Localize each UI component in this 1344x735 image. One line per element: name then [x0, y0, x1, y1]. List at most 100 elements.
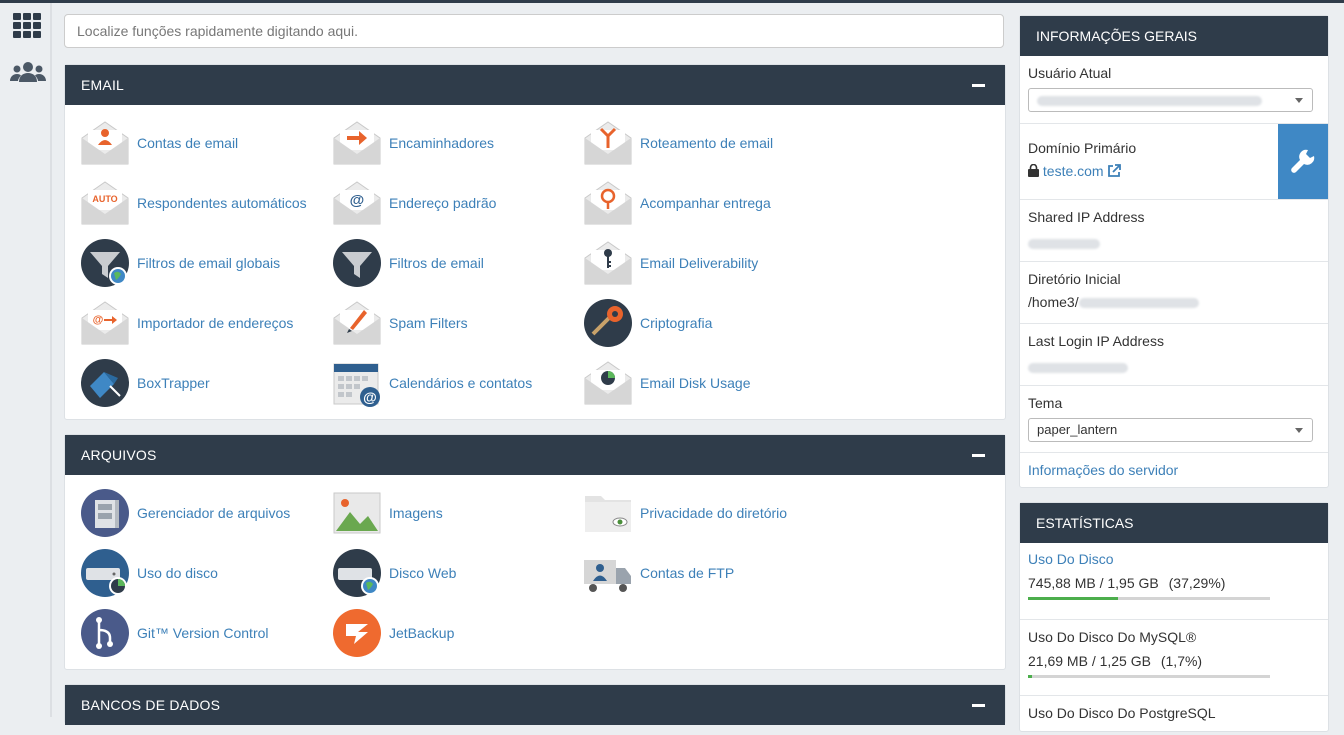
apps-grid-icon[interactable]	[10, 13, 44, 43]
postgresql-disk-usage-label: Uso Do Disco Do PostgreSQL	[1028, 705, 1216, 721]
directory-privacy-icon	[585, 496, 631, 532]
email-disk-usage-link[interactable]: Email Disk Usage	[583, 358, 750, 408]
item-label: Contas de email	[137, 135, 239, 151]
address-importer-link[interactable]: @ Importador de endereços	[80, 298, 293, 348]
directory-privacy-link[interactable]: Privacidade do diretório	[583, 488, 787, 538]
global-filters-icon	[81, 239, 129, 287]
item-label: Filtros de email globais	[137, 255, 281, 271]
home-dir-label: Diretório Inicial	[1028, 271, 1121, 287]
lock-icon	[1028, 163, 1039, 177]
item-label: Contas de FTP	[640, 565, 735, 581]
theme-select[interactable]: paper_lantern	[1028, 418, 1313, 442]
jetbackup-icon	[333, 609, 381, 657]
home-dir-row: Diretório Inicial /home3/	[1020, 261, 1328, 323]
primary-domain-link[interactable]: teste.com	[1043, 163, 1104, 179]
domain-settings-button[interactable]	[1278, 124, 1328, 200]
item-label: Disco Web	[389, 565, 457, 581]
encryption-link[interactable]: Criptografia	[583, 298, 712, 348]
redacted-username	[1037, 95, 1262, 106]
spam-filters-link[interactable]: Spam Filters	[332, 298, 468, 348]
databases-panel: BANCOS DE DADOS	[64, 684, 1006, 725]
ftp-accounts-link[interactable]: Contas de FTP	[583, 548, 734, 598]
forwarders-link[interactable]: Encaminhadores	[332, 118, 494, 168]
svg-text:@: @	[93, 314, 104, 326]
email-routing-link[interactable]: Roteamento de email	[583, 118, 773, 168]
email-panel-header[interactable]: EMAIL	[65, 65, 1005, 105]
email-panel-title: EMAIL	[81, 77, 125, 93]
item-label: Calendários e contatos	[389, 375, 533, 391]
item-label: Spam Filters	[389, 315, 468, 331]
files-panel: ARQUIVOS Gerenciador de arquivos Imagens…	[64, 434, 1006, 670]
disk-usage-stat-link[interactable]: Uso Do Disco	[1028, 551, 1328, 567]
item-label: Email Deliverability	[640, 255, 759, 271]
images-icon	[333, 492, 381, 534]
item-label: JetBackup	[389, 625, 455, 641]
item-label: Imagens	[389, 505, 443, 521]
item-label: Respondentes automáticos	[137, 195, 307, 211]
server-info-link[interactable]: Informações do servidor	[1028, 462, 1178, 478]
calendars-contacts-link[interactable]: @ Calendários e contatos	[332, 358, 532, 408]
chevron-down-icon	[1295, 428, 1303, 433]
item-label: Filtros de email	[389, 255, 484, 271]
item-label: Endereço padrão	[389, 195, 497, 211]
email-routing-icon	[584, 121, 632, 165]
general-info-header: INFORMAÇÕES GERAIS	[1020, 16, 1328, 56]
redacted-last-login-ip	[1028, 363, 1128, 374]
track-delivery-icon	[584, 181, 632, 225]
web-disk-link[interactable]: Disco Web	[332, 548, 456, 598]
web-disk-icon	[333, 549, 381, 597]
mysql-disk-usage-percent: (1,7%)	[1160, 653, 1203, 669]
users-icon[interactable]	[10, 59, 46, 89]
item-label: Criptografia	[640, 315, 713, 331]
default-address-link[interactable]: @ Endereço padrão	[332, 178, 496, 228]
address-importer-icon: @	[81, 301, 129, 345]
images-link[interactable]: Imagens	[332, 488, 443, 538]
theme-selected-value: paper_lantern	[1037, 422, 1118, 437]
encryption-icon	[584, 299, 632, 347]
item-label: Importador de endereços	[137, 315, 294, 331]
item-label: Git™ Version Control	[137, 625, 269, 641]
shared-ip-row: Shared IP Address	[1020, 199, 1328, 261]
redacted-home-dir	[1078, 298, 1199, 309]
item-label: BoxTrapper	[137, 375, 210, 391]
databases-panel-header[interactable]: BANCOS DE DADOS	[65, 685, 1005, 725]
files-panel-header[interactable]: ARQUIVOS	[65, 435, 1005, 475]
email-accounts-link[interactable]: Contas de email	[80, 118, 238, 168]
disk-usage-progress-bar	[1028, 597, 1270, 600]
collapse-icon[interactable]	[972, 704, 985, 707]
git-link[interactable]: Git™ Version Control	[80, 608, 269, 658]
email-filters-icon	[333, 239, 381, 287]
email-deliverability-icon	[584, 241, 632, 285]
chevron-down-icon	[1295, 98, 1303, 103]
wrench-icon	[1291, 149, 1315, 173]
email-filters-link[interactable]: Filtros de email	[332, 238, 484, 288]
search-input[interactable]	[64, 14, 1004, 48]
file-manager-icon	[81, 489, 129, 537]
postgresql-disk-usage-stat: Uso Do Disco Do PostgreSQL	[1020, 695, 1328, 735]
progress-fill	[1028, 597, 1119, 600]
email-disk-usage-icon	[584, 361, 632, 405]
forwarders-icon	[333, 121, 381, 165]
collapse-icon[interactable]	[972, 84, 985, 87]
jetbackup-link[interactable]: JetBackup	[332, 608, 454, 658]
email-deliverability-link[interactable]: Email Deliverability	[583, 238, 758, 288]
file-manager-link[interactable]: Gerenciador de arquivos	[80, 488, 290, 538]
item-label: Uso do disco	[137, 565, 218, 581]
global-filters-link[interactable]: Filtros de email globais	[80, 238, 280, 288]
email-accounts-icon	[81, 121, 129, 165]
autoresponders-link[interactable]: AUTO Respondentes automáticos	[80, 178, 307, 228]
current-user-select[interactable]	[1028, 88, 1313, 112]
git-icon	[81, 609, 129, 657]
track-delivery-link[interactable]: Acompanhar entrega	[583, 178, 771, 228]
disk-usage-stat: Uso Do Disco 745,88 MB / 1,95 GB (37,29%…	[1020, 543, 1328, 619]
mysql-disk-usage-stat: Uso Do Disco Do MySQL® 21,69 MB / 1,25 G…	[1020, 619, 1328, 695]
current-user-label: Usuário Atual	[1028, 65, 1112, 81]
item-label: Acompanhar entrega	[640, 195, 771, 211]
collapse-icon[interactable]	[972, 454, 985, 457]
item-label: Privacidade do diretório	[640, 505, 788, 521]
mysql-disk-usage-label: Uso Do Disco Do MySQL®	[1028, 629, 1197, 645]
main-area	[64, 14, 1006, 48]
boxtrapper-link[interactable]: BoxTrapper	[80, 358, 210, 408]
disk-usage-link[interactable]: Uso do disco	[80, 548, 218, 598]
external-link-icon[interactable]	[1107, 164, 1122, 178]
